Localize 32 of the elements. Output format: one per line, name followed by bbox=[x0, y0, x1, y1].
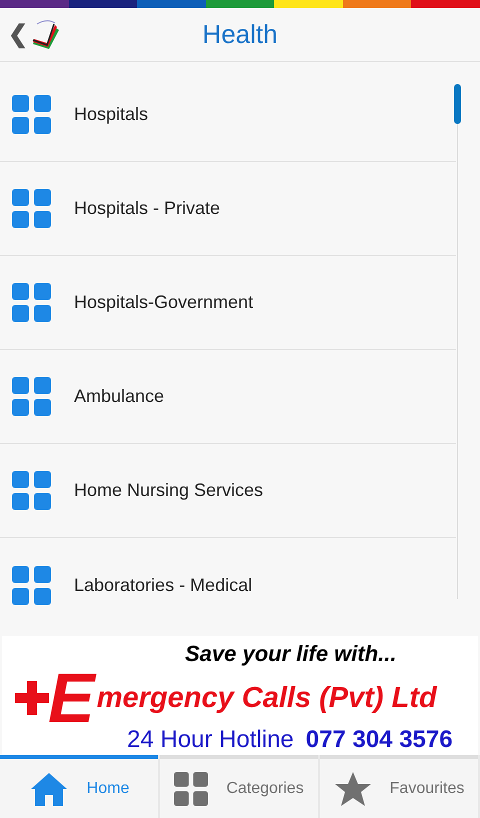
item-label: Hospitals - Private bbox=[74, 197, 220, 220]
category-item[interactable]: Hospitals - Private bbox=[0, 162, 456, 256]
company-name: mergency Calls (Pvt) Ltd bbox=[96, 681, 437, 715]
cross-icon bbox=[14, 678, 50, 718]
grid-icon bbox=[12, 283, 51, 322]
category-item[interactable]: Home Nursing Services bbox=[0, 444, 456, 538]
category-item[interactable]: Laboratories - Medical bbox=[0, 538, 456, 632]
logo-letter: E bbox=[48, 666, 95, 730]
grid-icon bbox=[12, 471, 51, 510]
page-title: Health bbox=[202, 18, 278, 51]
grid-icon bbox=[174, 772, 208, 806]
category-item[interactable]: Ambulance bbox=[0, 350, 456, 444]
back-button[interactable]: ❮ bbox=[8, 23, 28, 47]
scrollbar-thumb[interactable] bbox=[454, 84, 461, 124]
item-label: Ambulance bbox=[74, 385, 164, 408]
item-label: Hospitals-Government bbox=[74, 291, 254, 314]
grid-icon bbox=[12, 189, 51, 228]
star-icon bbox=[334, 770, 372, 806]
hotline-number: 077 304 3576 bbox=[306, 726, 453, 754]
item-label: Hospitals bbox=[74, 103, 148, 126]
item-label: Laboratories - Medical bbox=[74, 574, 252, 596]
grid-icon bbox=[12, 377, 51, 416]
grid-icon bbox=[12, 566, 51, 604]
nav-tab[interactable]: Categories bbox=[160, 755, 318, 818]
nav-tab[interactable]: Favourites bbox=[320, 755, 478, 818]
item-label: Home Nursing Services bbox=[74, 479, 264, 502]
category-item[interactable]: Hospitals bbox=[0, 68, 456, 162]
hotline-label: 24 Hour Hotline bbox=[127, 726, 294, 754]
grid-icon bbox=[12, 95, 51, 134]
home-icon bbox=[28, 770, 69, 806]
banner-tagline: Save your life with... bbox=[185, 640, 398, 668]
category-item[interactable]: Hospitals-Government bbox=[0, 256, 456, 350]
